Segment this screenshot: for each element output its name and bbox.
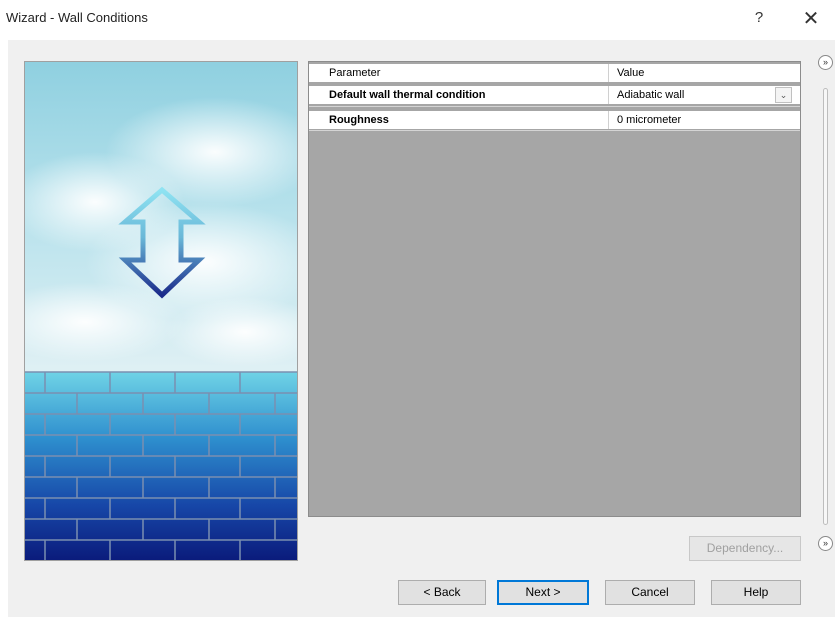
cancel-button[interactable]: Cancel: [605, 580, 695, 605]
scroll-up-icon[interactable]: »: [818, 55, 833, 70]
row-divider: [309, 130, 800, 131]
chevron-down-icon[interactable]: ⌄: [775, 87, 792, 103]
help-icon[interactable]: ?: [752, 9, 766, 27]
title-bar: Wizard - Wall Conditions ? ✕: [0, 0, 835, 40]
header-value: Value: [617, 67, 645, 79]
back-button[interactable]: < Back: [398, 580, 486, 605]
next-button[interactable]: Next >: [497, 580, 589, 605]
window-title: Wizard - Wall Conditions: [6, 10, 148, 25]
param-value[interactable]: Adiabatic wall: [613, 86, 800, 104]
grid-row-wall-thermal-condition[interactable]: Default wall thermal condition Adiabatic…: [309, 86, 800, 104]
scroll-track[interactable]: [823, 88, 828, 525]
close-icon[interactable]: ✕: [800, 6, 822, 30]
grid-row-roughness[interactable]: Roughness 0 micrometer: [309, 111, 800, 129]
wizard-illustration: [24, 61, 298, 561]
param-name: Default wall thermal condition: [313, 86, 609, 104]
row-divider: [309, 106, 800, 107]
side-scrollbar[interactable]: » »: [818, 55, 835, 570]
grid-header-row: Parameter Value: [309, 64, 800, 82]
header-parameter: Parameter: [313, 64, 609, 82]
dependency-button[interactable]: Dependency...: [689, 536, 801, 561]
param-name: Roughness: [313, 111, 609, 129]
parameter-grid: Parameter Value Default wall thermal con…: [308, 61, 801, 517]
scroll-down-icon[interactable]: »: [818, 536, 833, 551]
param-value[interactable]: 0 micrometer: [613, 111, 800, 129]
sky-wall-image: [25, 62, 297, 560]
help-button[interactable]: Help: [711, 580, 801, 605]
